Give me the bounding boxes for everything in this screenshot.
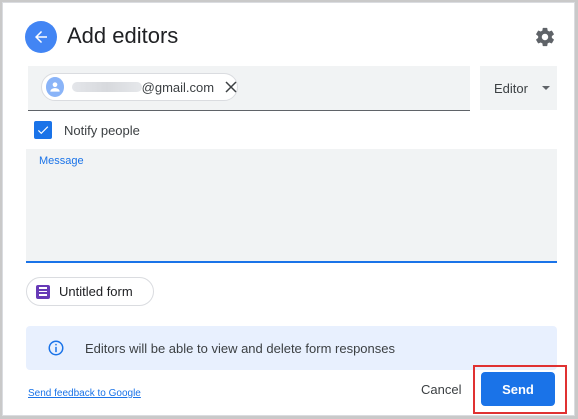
notify-people-row: Notify people: [34, 121, 140, 139]
info-banner: Editors will be able to view and delete …: [26, 326, 557, 370]
notify-checkbox[interactable]: [34, 121, 52, 139]
message-label: Message: [39, 155, 84, 167]
recipient-chip[interactable]: @gmail.com: [41, 73, 238, 101]
info-text: Editors will be able to view and delete …: [85, 340, 395, 356]
add-editors-dialog: Add editors @gmail.com Editor Notify peo…: [2, 2, 575, 416]
settings-button[interactable]: [533, 25, 557, 49]
checkmark-icon: [37, 126, 49, 135]
form-chip[interactable]: Untitled form: [26, 277, 154, 306]
role-value: Editor: [494, 80, 528, 96]
cancel-button[interactable]: Cancel: [421, 382, 461, 397]
send-button[interactable]: Send: [481, 372, 555, 406]
close-icon: [225, 81, 237, 93]
back-button[interactable]: [25, 21, 57, 53]
message-field: Message: [26, 149, 557, 263]
message-input[interactable]: [39, 173, 548, 259]
arrow-left-icon: [35, 31, 47, 43]
role-dropdown[interactable]: Editor: [480, 66, 557, 110]
dialog-title: Add editors: [67, 23, 179, 48]
avatar: [46, 77, 65, 97]
forms-icon: [36, 284, 50, 299]
form-chip-label: Untitled form: [59, 284, 133, 299]
send-feedback-link[interactable]: Send feedback to Google: [28, 388, 141, 399]
notify-label: Notify people: [64, 122, 140, 138]
gear-icon: [536, 27, 554, 47]
recipients-field[interactable]: @gmail.com: [28, 66, 470, 111]
redacted-email-prefix: [72, 82, 142, 92]
recipient-email-suffix: @gmail.com: [141, 79, 215, 95]
caret-down-icon: [541, 86, 550, 90]
info-icon: [47, 339, 65, 357]
person-icon: [50, 82, 60, 92]
remove-recipient-button[interactable]: [224, 80, 237, 94]
